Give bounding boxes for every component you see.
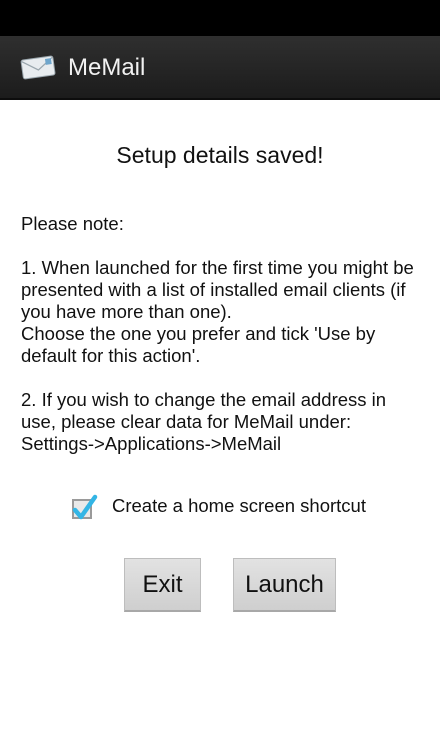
shortcut-option[interactable]: Create a home screen shortcut bbox=[70, 490, 366, 522]
note-item-1: 1. When launched for the first time you … bbox=[21, 257, 414, 366]
app-title: MeMail bbox=[68, 54, 146, 81]
checkmark-icon bbox=[72, 494, 98, 520]
note-heading: Please note: bbox=[21, 213, 124, 234]
status-bar bbox=[0, 0, 440, 36]
note-item-2: 2. If you wish to change the email addre… bbox=[21, 389, 387, 454]
launch-button[interactable]: Launch bbox=[233, 558, 336, 612]
envelope-icon bbox=[20, 54, 56, 80]
note-section: Please note: 1. When launched for the fi… bbox=[21, 213, 421, 455]
action-bar: MeMail bbox=[0, 36, 440, 100]
shortcut-label: Create a home screen shortcut bbox=[112, 495, 366, 516]
headline: Setup details saved! bbox=[116, 142, 324, 168]
shortcut-checkbox[interactable] bbox=[70, 493, 98, 520]
exit-button[interactable]: Exit bbox=[124, 558, 201, 612]
